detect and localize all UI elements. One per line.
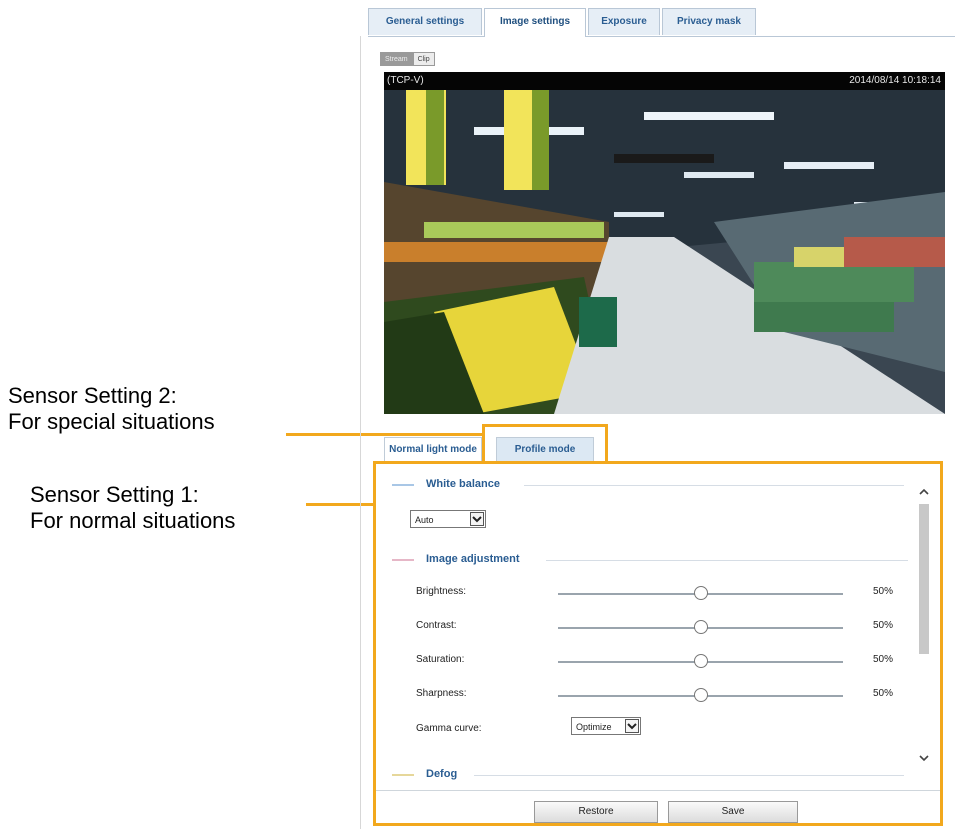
sensor-setting-2-title: Sensor Setting 2:: [8, 383, 177, 408]
gamma-curve-label: Gamma curve:: [416, 723, 482, 734]
image-adjustment-divider: [546, 560, 908, 561]
save-button[interactable]: Save: [668, 801, 798, 823]
supermarket-scene-image: [384, 72, 945, 414]
contrast-value: 50%: [873, 620, 894, 631]
settings-tabbar: General settings Image settings Exposure…: [368, 8, 955, 37]
panel-scrollbar[interactable]: [916, 484, 932, 774]
tab-normal-light-mode[interactable]: Normal light mode: [384, 437, 482, 463]
sharpness-slider-knob[interactable]: [693, 688, 708, 702]
saturation-value: 50%: [873, 654, 894, 665]
tab-image-settings[interactable]: Image settings: [484, 8, 586, 37]
brightness-value: 50%: [873, 586, 894, 597]
defog-legend: Defog: [426, 768, 458, 780]
contrast-label: Contrast:: [416, 620, 457, 631]
image-adjustment-legend: Image adjustment: [426, 553, 520, 565]
chevron-down-icon[interactable]: [916, 750, 932, 766]
tab-privacy-mask[interactable]: Privacy mask: [662, 8, 756, 35]
scroll-area-divider: [376, 790, 940, 791]
sensor-settings-panel: White balance Auto Image adjustment Brig…: [373, 461, 943, 826]
sensor-setting-1-label: Sensor Setting 1: For normal situations: [30, 482, 235, 534]
brightness-label: Brightness:: [416, 586, 467, 597]
video-status-bar: (TCP-V) 2014/08/14 10:18:14: [384, 72, 945, 90]
restore-button[interactable]: Restore: [534, 801, 658, 823]
white-balance-legend: White balance: [426, 478, 500, 490]
defog-accent: [392, 774, 414, 776]
saturation-slider-knob[interactable]: [693, 654, 708, 668]
saturation-label: Saturation:: [416, 654, 465, 665]
scrollbar-thumb[interactable]: [919, 504, 929, 654]
sharpness-label: Sharpness:: [416, 688, 467, 699]
sensor-setting-1-desc: For normal situations: [30, 508, 236, 533]
image-adjustment-accent: [392, 559, 414, 561]
brightness-slider-knob[interactable]: [693, 586, 708, 600]
white-balance-value: Auto: [415, 515, 434, 525]
sensor-setting-1-title: Sensor Setting 1:: [30, 482, 199, 507]
page-left-border: [360, 36, 361, 829]
sensor-setting-1-pointer: [306, 503, 374, 506]
sensor-setting-2-label: Sensor Setting 2: For special situations: [8, 383, 215, 435]
white-balance-accent: [392, 484, 414, 486]
defog-divider: [474, 775, 904, 776]
chevron-down-icon: [625, 719, 639, 733]
contrast-slider-knob[interactable]: [693, 620, 708, 634]
sharpness-value: 50%: [873, 688, 894, 699]
live-video-preview: (TCP-V) 2014/08/14 10:18:14: [384, 72, 945, 414]
video-timestamp: 2014/08/14 10:18:14: [849, 75, 941, 86]
gamma-curve-select[interactable]: Optimize: [571, 717, 641, 735]
stream-toggle: Stream Clip: [380, 52, 435, 66]
stream-toggle-left[interactable]: Stream: [380, 52, 413, 66]
white-balance-select[interactable]: Auto: [410, 510, 486, 528]
tab-general-settings[interactable]: General settings: [368, 8, 482, 35]
stream-toggle-right[interactable]: Clip: [412, 52, 435, 66]
sensor-setting-2-pointer: [286, 433, 483, 436]
sensor-setting-2-desc: For special situations: [8, 409, 215, 434]
gamma-curve-value: Optimize: [576, 722, 612, 732]
tab-exposure[interactable]: Exposure: [588, 8, 660, 35]
video-caption: (TCP-V): [387, 75, 424, 86]
chevron-up-icon[interactable]: [916, 484, 932, 500]
white-balance-divider: [524, 485, 904, 486]
chevron-down-icon: [470, 512, 484, 526]
